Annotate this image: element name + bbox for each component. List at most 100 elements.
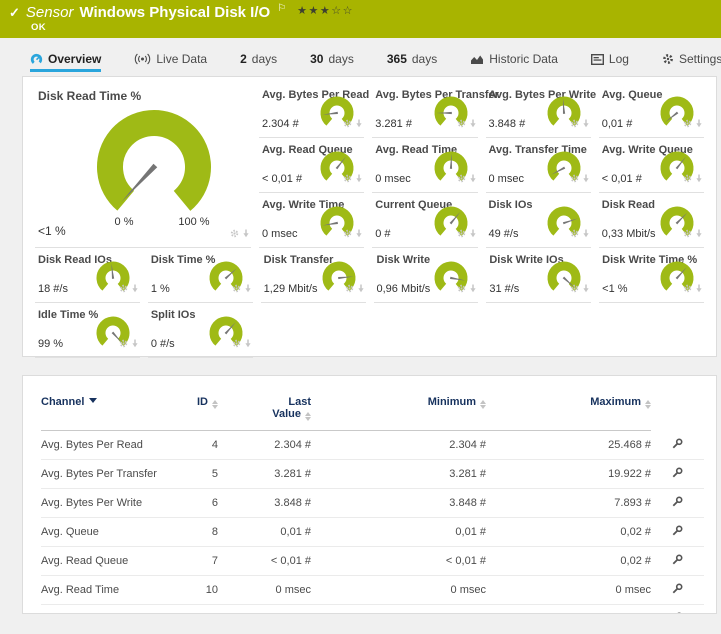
column-header-id[interactable]: ID <box>186 392 218 431</box>
edit-channel-icon[interactable] <box>672 469 683 481</box>
gauge-tile[interactable]: Avg. Write Queue< 0,01 # <box>595 138 708 193</box>
gear-icon[interactable] <box>119 280 128 298</box>
tab-log[interactable]: Log <box>591 52 629 72</box>
tab-historic-data[interactable]: Historic Data <box>470 52 558 72</box>
gear-icon[interactable] <box>570 115 579 133</box>
gear-icon[interactable] <box>232 280 241 298</box>
gauge-tile[interactable]: Disk IOs49 #/s <box>482 193 595 248</box>
tab-settings[interactable]: Settings <box>662 52 721 72</box>
gear-icon[interactable] <box>343 170 352 188</box>
gear-icon[interactable] <box>457 170 466 188</box>
column-header-minimum[interactable]: Minimum <box>311 392 486 431</box>
pin-icon[interactable] <box>242 225 250 243</box>
edit-channel-icon[interactable] <box>672 527 683 539</box>
gauge-tile[interactable]: Avg. Bytes Per Read2.304 # <box>255 83 368 138</box>
gauge-tile[interactable]: Avg. Write Time0 msec <box>255 193 368 248</box>
gear-icon[interactable] <box>232 335 241 353</box>
gauge-tile[interactable]: Current Queue0 # <box>368 193 481 248</box>
channel-id: 10 <box>186 575 218 604</box>
gauge-tile[interactable]: Avg. Queue0,01 # <box>595 83 708 138</box>
gear-icon[interactable] <box>570 280 579 298</box>
gear-icon[interactable] <box>230 225 239 243</box>
gauge-tile[interactable]: Disk Time %1 % <box>144 248 257 303</box>
pin-icon[interactable] <box>469 225 477 243</box>
pin-icon[interactable] <box>355 225 363 243</box>
pin-icon[interactable] <box>695 280 703 298</box>
gear-icon[interactable] <box>683 170 692 188</box>
pin-icon[interactable] <box>244 335 252 353</box>
channel-id: 5 <box>186 459 218 488</box>
tab-365-days[interactable]: 365days <box>387 52 437 72</box>
divider <box>35 357 140 358</box>
gear-icon[interactable] <box>457 225 466 243</box>
tab-live-data[interactable]: Live Data <box>134 52 207 72</box>
sort-icon <box>305 412 311 421</box>
pin-icon[interactable] <box>582 170 590 188</box>
pin-icon[interactable] <box>131 335 139 353</box>
gear-icon[interactable] <box>343 115 352 133</box>
minimum-value: 3.848 # <box>311 488 486 517</box>
channel-table-panel: ChannelIDLastValueMinimumMaximum Avg. By… <box>22 375 717 614</box>
tab-30-days[interactable]: 30days <box>310 52 354 72</box>
edit-channel-icon[interactable] <box>672 440 683 452</box>
gear-icon[interactable] <box>683 280 692 298</box>
gear-icon[interactable] <box>343 225 352 243</box>
pin-icon[interactable] <box>695 225 703 243</box>
gauge-tile[interactable]: Disk Write0,96 Mbit/s <box>370 248 483 303</box>
pin-icon[interactable] <box>469 170 477 188</box>
gear-icon[interactable] <box>345 280 354 298</box>
gauge-tile[interactable]: Disk Read0,33 Mbit/s <box>595 193 708 248</box>
gauge-value: 3.281 # <box>375 118 412 130</box>
table-row: Avg. Queue80,01 #0,01 #0,02 # <box>41 517 704 546</box>
edit-channel-icon[interactable] <box>672 585 683 597</box>
gauge-tile[interactable]: Disk Write IOs31 #/s <box>482 248 595 303</box>
edit-channel-icon[interactable] <box>672 614 683 615</box>
gauge-tile[interactable]: Idle Time %99 % <box>31 303 144 358</box>
pin-icon[interactable] <box>469 115 477 133</box>
pin-icon[interactable] <box>469 280 477 298</box>
pin-icon[interactable] <box>355 115 363 133</box>
tab-range-number: 2 <box>240 52 247 66</box>
pin-icon[interactable] <box>582 280 590 298</box>
pin-icon[interactable] <box>582 115 590 133</box>
column-header-channel[interactable]: Channel <box>41 392 186 431</box>
column-header-last-value[interactable]: LastValue <box>218 392 311 431</box>
flag-icon[interactable]: ⚐ <box>277 3 286 14</box>
tab-2-days[interactable]: 2days <box>240 52 277 72</box>
edit-channel-icon[interactable] <box>672 498 683 510</box>
pin-icon[interactable] <box>582 225 590 243</box>
pin-icon[interactable] <box>357 280 365 298</box>
gauge-tile[interactable]: Avg. Read Time0 msec <box>368 138 481 193</box>
gear-icon[interactable] <box>570 170 579 188</box>
priority-stars[interactable]: ★★★☆☆ <box>297 4 354 17</box>
gear-icon[interactable] <box>683 225 692 243</box>
gear-icon[interactable] <box>457 115 466 133</box>
edit-channel-icon[interactable] <box>672 556 683 568</box>
gauge-tile[interactable]: Avg. Bytes Per Transfer3.281 # <box>368 83 481 138</box>
gauge-tile[interactable]: Avg. Read Queue< 0,01 # <box>255 138 368 193</box>
gauge-tile-disk-read-time[interactable]: Disk Read Time % 0 % 100 % <1 % <box>31 83 255 248</box>
gauge-tile[interactable]: Split IOs0 #/s <box>144 303 257 358</box>
gear-icon[interactable] <box>457 280 466 298</box>
gauge-tile[interactable]: Disk Write Time %<1 % <box>595 248 708 303</box>
pin-icon[interactable] <box>131 280 139 298</box>
pin-icon[interactable] <box>695 115 703 133</box>
channel-id: 11 <box>186 604 218 614</box>
gear-icon[interactable] <box>683 115 692 133</box>
gauge-value: 0,96 Mbit/s <box>377 283 431 295</box>
gauge-tile[interactable]: Disk Read IOs18 #/s <box>31 248 144 303</box>
column-header-maximum[interactable]: Maximum <box>486 392 651 431</box>
gear-icon[interactable] <box>119 335 128 353</box>
gauge-value: 0 msec <box>375 173 410 185</box>
gauge-value: < 0,01 # <box>602 173 642 185</box>
gauge-tile[interactable]: Disk Transfer1,29 Mbit/s <box>257 248 370 303</box>
tab-label: Live Data <box>156 52 207 66</box>
pin-icon[interactable] <box>244 280 252 298</box>
gauge-tile[interactable]: Avg. Bytes Per Write3.848 # <box>482 83 595 138</box>
pin-icon[interactable] <box>695 170 703 188</box>
pin-icon[interactable] <box>355 170 363 188</box>
small-gauges-grid: Avg. Bytes Per Read2.304 #Avg. Bytes Per… <box>255 83 708 248</box>
tab-overview[interactable]: Overview <box>30 52 101 72</box>
gauge-tile[interactable]: Avg. Transfer Time0 msec <box>482 138 595 193</box>
gear-icon[interactable] <box>570 225 579 243</box>
